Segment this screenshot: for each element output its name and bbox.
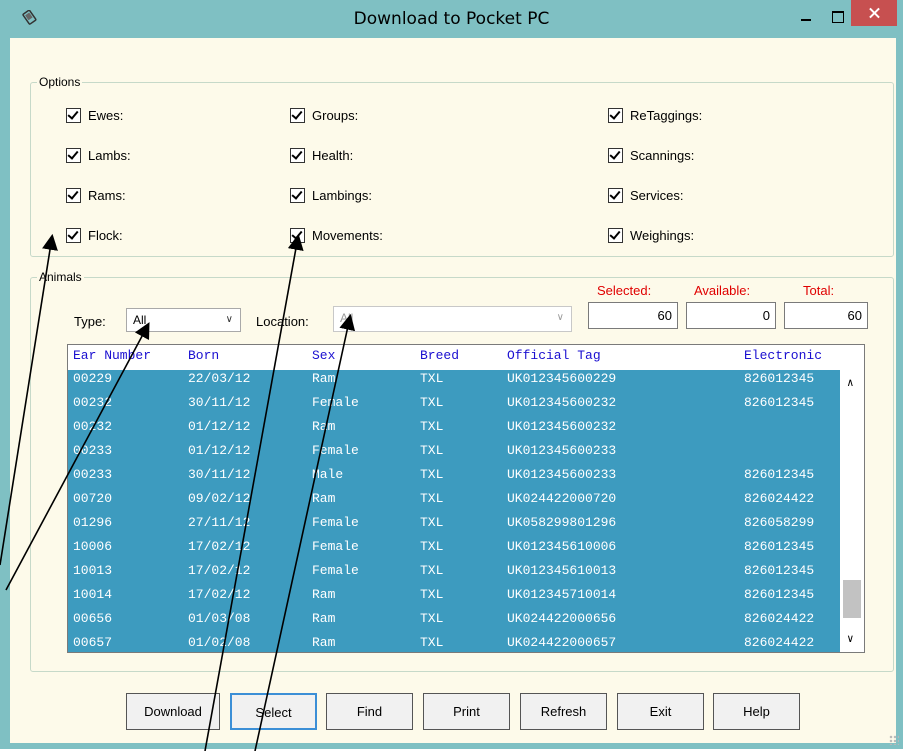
pointer-arrow [204,233,304,751]
pointer-arrow [5,322,150,591]
pointer-arrow [0,233,58,566]
annotation-arrows [0,233,356,751]
pointer-arrow [254,313,356,751]
